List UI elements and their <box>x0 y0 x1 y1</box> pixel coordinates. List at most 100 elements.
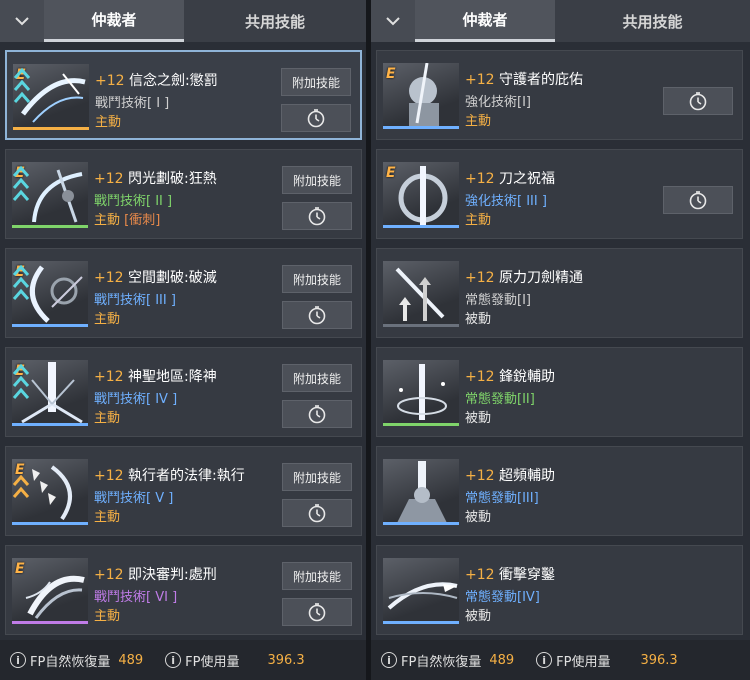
add-skill-button[interactable]: 附加技能 <box>282 265 352 293</box>
flash-cut-icon: E <box>12 162 88 228</box>
add-skill-button[interactable]: 附加技能 <box>282 166 352 194</box>
timer-icon <box>307 109 325 128</box>
skill-level: +12 <box>465 468 495 484</box>
tab-bar: 仲裁者 共用技能 <box>0 0 366 42</box>
overclock-assist-icon <box>383 459 459 525</box>
info-icon[interactable]: i <box>536 652 553 668</box>
cooldown-button[interactable] <box>282 499 352 527</box>
skill-card[interactable]: E +12 即決審判:處刑 戰鬥技術[ VI ] 主動 附加技能 <box>5 545 362 635</box>
cooldown-button[interactable] <box>663 186 733 214</box>
fp-footer: i FP自然恢復量 489 i FP使用量 396.3 <box>0 640 366 680</box>
skill-card[interactable]: E +12 信念之劍:懲罰 戰鬥技術[ I ] 主動 附加技能 <box>5 50 362 140</box>
skill-name: 刀之祝福 <box>499 171 555 187</box>
tab-shared-skills[interactable]: 共用技能 <box>555 0 750 42</box>
skill-category: 常態發動[I] <box>465 293 531 308</box>
skill-card[interactable]: E +12 執行者的法律:執行 戰鬥技術[ V ] 主動 附加技能 <box>5 446 362 536</box>
icon-underline <box>383 225 459 228</box>
timer-icon <box>308 306 326 325</box>
icon-underline <box>383 621 459 624</box>
skill-card[interactable]: E +12 刀之祝福 強化技術[ III ] 主動 <box>376 149 743 239</box>
skill-name: 衝擊穿鑿 <box>499 567 555 583</box>
tab-shared-skills[interactable]: 共用技能 <box>184 0 366 42</box>
skill-card[interactable]: +12 鋒銳輔助 常態發動[II] 被動 <box>376 347 743 437</box>
dropdown-toggle[interactable] <box>0 0 44 42</box>
skill-level: +12 <box>94 567 124 583</box>
add-skill-button[interactable]: 附加技能 <box>282 463 352 491</box>
rank-chevrons-icon <box>12 363 30 399</box>
skill-name: 即決審判:處刑 <box>128 567 217 583</box>
skill-title: +12 閃光劃破:狂熱 <box>94 168 217 188</box>
skill-type: 主動 <box>94 308 120 327</box>
skill-type: 主動 [衝刺] <box>94 209 160 228</box>
add-skill-button[interactable]: 附加技能 <box>282 364 352 392</box>
skill-type-label: 主動 <box>94 609 121 624</box>
rank-chevrons-icon <box>12 264 30 300</box>
skill-card[interactable]: E +12 守護者的庇佑 強化技術[I] 主動 <box>376 50 743 140</box>
icon-underline <box>12 423 88 426</box>
skill-title: +12 執行者的法律:執行 <box>94 465 245 485</box>
skill-type-label: 被動 <box>465 510 492 525</box>
sword-slash-icon: E <box>13 64 89 130</box>
skill-title: +12 守護者的庇佑 <box>465 69 583 89</box>
skill-category: 戰鬥技術[ III ] <box>94 293 176 308</box>
cooldown-button[interactable] <box>663 87 733 115</box>
cooldown-button[interactable] <box>281 104 351 132</box>
timer-icon <box>308 603 326 622</box>
right-skill-panel: 仲裁者 共用技能 E +12 守護者的庇佑 強化技術[I] 主動 E +12 刀… <box>371 0 750 680</box>
executor-law-icon: E <box>12 459 88 525</box>
holy-zone-icon: E <box>12 360 88 426</box>
fp-usage-label: FP使用量 <box>185 654 240 670</box>
skill-type-label: 主動 <box>465 213 492 228</box>
info-icon[interactable]: i <box>165 652 182 668</box>
skill-type: 主動 <box>94 407 120 426</box>
fp-recovery-value: 489 <box>489 652 515 668</box>
skill-type-label: 被動 <box>465 411 492 426</box>
fp-footer: i FP自然恢復量 489 i FP使用量 396.3 <box>371 640 750 680</box>
fp-recovery-label: FP自然恢復量 <box>401 654 482 670</box>
tab-arbiter[interactable]: 仲裁者 <box>44 0 184 42</box>
info-icon[interactable]: i <box>10 652 26 668</box>
left-skill-panel: 仲裁者 共用技能 E +12 信念之劍:懲罰 戰鬥技術[ I ] 主動 附加技能… <box>0 0 366 680</box>
cooldown-button[interactable] <box>282 400 352 428</box>
cooldown-button[interactable] <box>282 598 352 626</box>
skill-name: 超頻輔助 <box>499 468 555 484</box>
skill-type: 被動 <box>465 506 491 525</box>
fp-recovery-stat: i FP自然恢復量 489 <box>381 651 514 670</box>
cooldown-button[interactable] <box>282 202 352 230</box>
skill-name: 信念之劍:懲罰 <box>129 73 218 89</box>
add-skill-button[interactable]: 附加技能 <box>281 68 351 96</box>
tab-arbiter[interactable]: 仲裁者 <box>415 0 555 42</box>
fp-recovery-stat: i FP自然恢復量 489 <box>10 651 143 670</box>
skill-type: 被動 <box>465 605 491 624</box>
impact-pierce-icon <box>383 558 459 624</box>
skill-type-label: 主動 <box>94 510 121 525</box>
skill-type: 主動 <box>94 605 120 624</box>
skill-name: 守護者的庇佑 <box>499 72 583 88</box>
icon-underline <box>12 225 88 228</box>
skill-card[interactable]: +12 原力刀劍精通 常態發動[I] 被動 <box>376 248 743 338</box>
skill-name: 閃光劃破:狂熱 <box>128 171 217 187</box>
cooldown-button[interactable] <box>282 301 352 329</box>
add-skill-button[interactable]: 附加技能 <box>282 562 352 590</box>
skill-category: 強化技術[ III ] <box>465 194 547 209</box>
timer-icon <box>308 207 326 226</box>
skill-card[interactable]: E +12 空間劃破:破滅 戰鬥技術[ III ] 主動 附加技能 <box>5 248 362 338</box>
skill-card[interactable]: E +12 閃光劃破:狂熱 戰鬥技術[ II ] 主動 [衝刺] 附加技能 <box>5 149 362 239</box>
skill-name: 原力刀劍精通 <box>499 270 583 286</box>
fp-recovery-value: 489 <box>118 652 144 668</box>
skill-type: 主動 <box>94 506 120 525</box>
fp-usage-value: 396.3 <box>267 652 305 668</box>
skill-card[interactable]: E +12 神聖地區:降神 戰鬥技術[ IV ] 主動 附加技能 <box>5 347 362 437</box>
tab-bar: 仲裁者 共用技能 <box>371 0 750 42</box>
skill-card[interactable]: +12 衝擊穿鑿 常態發動[IV] 被動 <box>376 545 743 635</box>
skill-title: +12 原力刀劍精通 <box>465 267 583 287</box>
fp-usage-value: 396.3 <box>640 652 678 668</box>
rank-chevrons-icon <box>12 474 30 498</box>
skill-category: 常態發動[III] <box>465 491 539 506</box>
e-grade-badge: E <box>15 561 25 577</box>
skill-card[interactable]: +12 超頻輔助 常態發動[III] 被動 <box>376 446 743 536</box>
skill-type-label: 被動 <box>465 312 492 327</box>
info-icon[interactable]: i <box>381 652 397 668</box>
dropdown-toggle[interactable] <box>371 0 415 42</box>
skill-type-label: 主動 <box>94 213 121 228</box>
